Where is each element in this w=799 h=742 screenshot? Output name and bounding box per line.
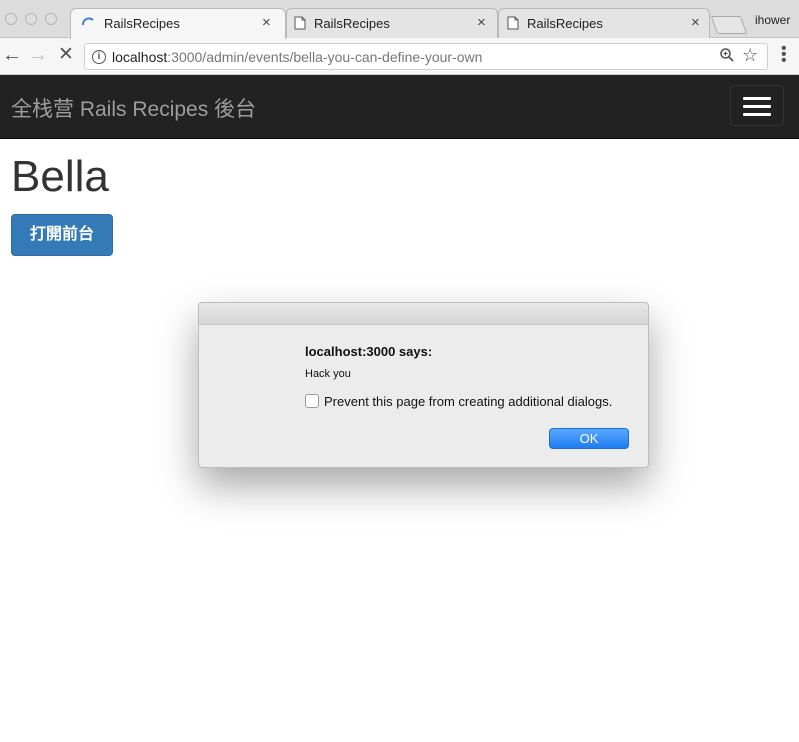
back-arrow-icon[interactable]: ← bbox=[2, 44, 22, 67]
browser-tab-3-content: RailsRecipes bbox=[507, 8, 603, 38]
browser-tab-2-title: RailsRecipes bbox=[314, 15, 390, 31]
ok-button[interactable]: OK bbox=[549, 428, 629, 449]
forward-arrow-icon[interactable]: → bbox=[28, 44, 48, 67]
prevent-dialogs-checkbox[interactable] bbox=[305, 394, 319, 408]
alert-dialog: localhost:3000 says: Hack you Prevent th… bbox=[198, 302, 649, 468]
browser-toolbar: ← → ✕ i localhost:3000/admin/events/bell… bbox=[0, 38, 799, 75]
tab-close-icon[interactable]: × bbox=[477, 14, 486, 31]
zoom-icon[interactable] bbox=[719, 47, 735, 68]
hamburger-menu-button[interactable] bbox=[730, 85, 784, 126]
window-minimize-icon[interactable] bbox=[25, 13, 37, 25]
stop-loading-icon[interactable]: ✕ bbox=[58, 43, 74, 66]
dialog-titlebar bbox=[199, 303, 648, 325]
dialog-heading: localhost:3000 says: bbox=[305, 344, 433, 359]
open-frontend-button[interactable]: 打開前台 bbox=[11, 214, 113, 256]
browser-tab-bar: RailsRecipes × RailsRecipes × RailsRecip… bbox=[0, 0, 799, 39]
url-text[interactable]: localhost:3000/admin/events/bella-you-ca… bbox=[112, 49, 482, 65]
browser-tab-3-title: RailsRecipes bbox=[527, 15, 603, 31]
hamburger-bar bbox=[743, 113, 771, 116]
browser-tab-1-title: RailsRecipes bbox=[104, 15, 180, 31]
window-close-icon[interactable] bbox=[5, 13, 17, 25]
prevent-dialogs-label[interactable]: Prevent this page from creating addition… bbox=[324, 394, 612, 409]
loading-spinner-icon bbox=[82, 17, 94, 26]
url-path: :3000/admin/events/bella-you-can-define-… bbox=[167, 49, 483, 65]
info-icon[interactable]: i bbox=[92, 50, 106, 64]
site-navbar: 全栈营 Rails Recipes 後台 bbox=[0, 75, 799, 139]
navbar-brand[interactable]: 全栈营 Rails Recipes 後台 bbox=[11, 93, 256, 123]
dialog-message: Hack you bbox=[305, 368, 351, 380]
browser-tab-2-content: RailsRecipes bbox=[294, 8, 390, 38]
page-title: Bella bbox=[11, 152, 109, 201]
hamburger-bar bbox=[743, 97, 771, 100]
tab-close-icon[interactable]: × bbox=[691, 14, 700, 31]
hamburger-bar bbox=[743, 105, 771, 108]
new-tab-button[interactable] bbox=[710, 16, 748, 34]
browser-tab-1-content: RailsRecipes bbox=[80, 8, 180, 38]
bookmark-star-icon[interactable]: ☆ bbox=[742, 45, 758, 66]
tab-close-icon[interactable]: × bbox=[262, 14, 271, 31]
page-icon bbox=[294, 16, 306, 30]
address-bar[interactable]: i localhost:3000/admin/events/bella-you-… bbox=[84, 43, 768, 70]
window-zoom-icon[interactable] bbox=[45, 13, 57, 25]
browser-menu-icon[interactable]: • • • bbox=[781, 41, 787, 69]
profile-name[interactable]: ihower bbox=[755, 13, 790, 27]
url-host: localhost bbox=[112, 49, 168, 65]
page-icon bbox=[507, 16, 519, 30]
